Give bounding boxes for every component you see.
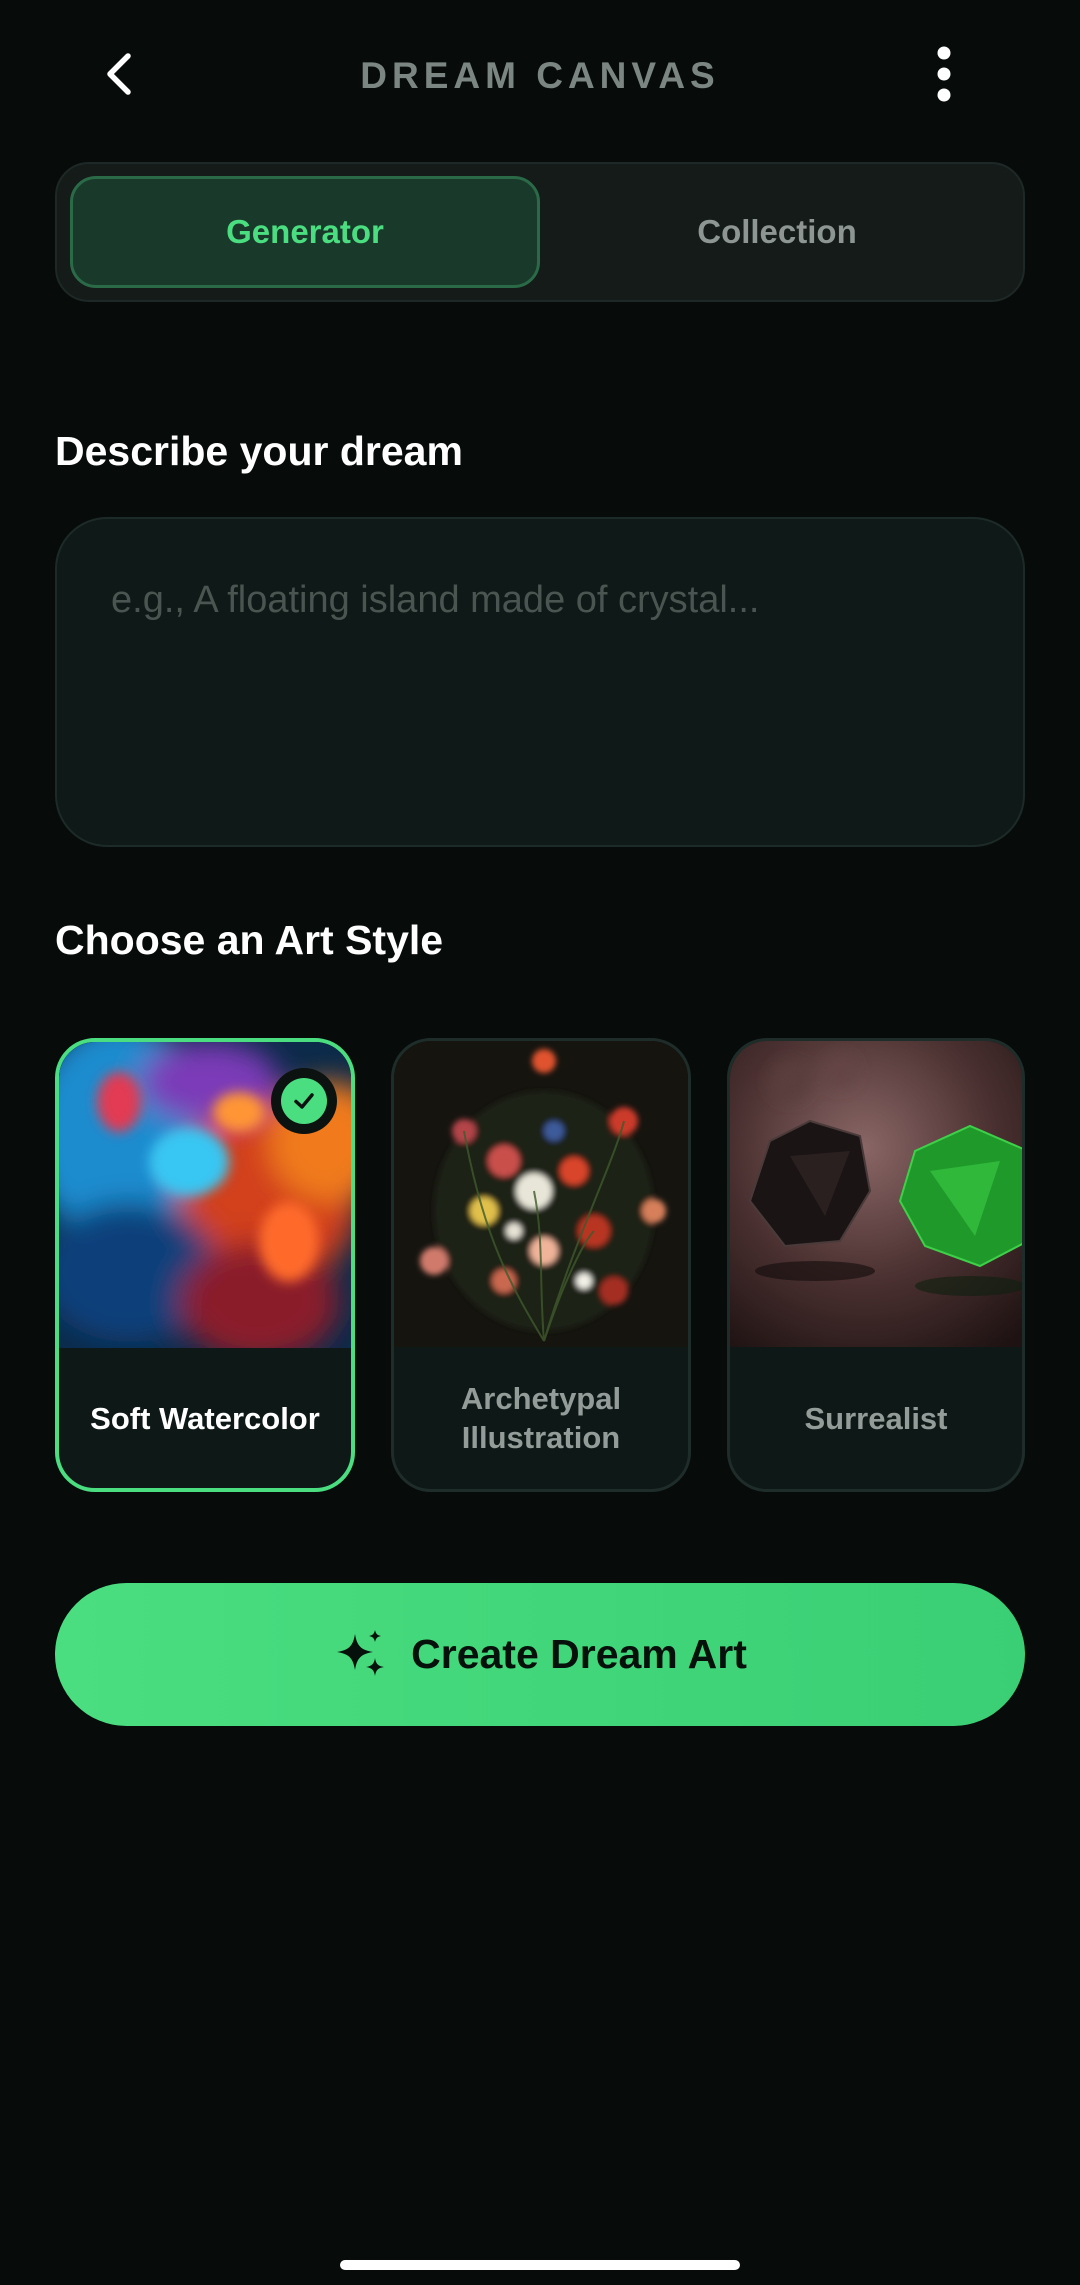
- prompt-label: Describe your dream: [55, 428, 463, 474]
- prompt-field-container: [55, 517, 1025, 847]
- style-card-label: Archetypal Illustration: [460, 1381, 622, 1455]
- create-dream-art-button[interactable]: Create Dream Art: [55, 1583, 1025, 1726]
- sparkles-icon: [333, 1628, 387, 1682]
- more-options-button[interactable]: [912, 40, 976, 112]
- art-style-label: Choose an Art Style: [55, 917, 444, 963]
- selected-check-icon: [271, 1068, 337, 1134]
- create-button-label: Create Dream Art: [411, 1631, 747, 1677]
- style-card-archetypal-illustration[interactable]: Archetypal Illustration: [391, 1038, 691, 1492]
- style-card-label: Soft Watercolor: [90, 1400, 320, 1436]
- mode-tabs: Generator Collection: [55, 162, 1025, 302]
- tab-collection[interactable]: Collection: [542, 176, 1012, 288]
- more-vertical-icon: [934, 46, 954, 107]
- style-thumbnail-archetypal: [394, 1041, 688, 1347]
- dream-description-input[interactable]: [111, 579, 971, 819]
- tab-generator[interactable]: Generator: [70, 176, 540, 288]
- style-card-label: Surrealist: [804, 1400, 948, 1436]
- home-indicator[interactable]: [340, 2260, 740, 2270]
- style-card-surrealist[interactable]: Surrealist: [727, 1038, 1025, 1492]
- style-thumbnail-surrealist: [730, 1041, 1022, 1347]
- style-card-soft-watercolor[interactable]: Soft Watercolor: [55, 1038, 355, 1492]
